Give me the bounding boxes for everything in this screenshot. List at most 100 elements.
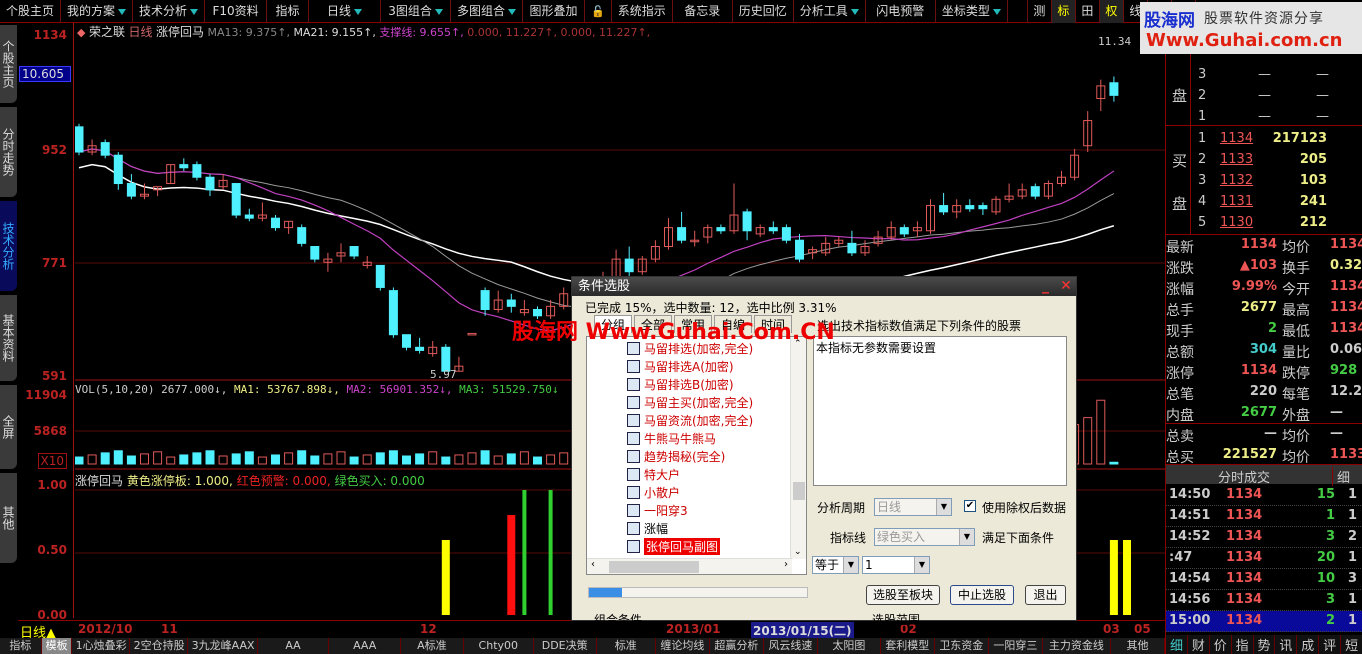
tool-button[interactable]: 标 [1051, 0, 1076, 23]
right-tab[interactable]: 讯 [1275, 635, 1298, 654]
tree-item[interactable]: 特大户 [627, 465, 680, 483]
value-input[interactable]: 1 ▼ [862, 556, 930, 574]
scroll-thumb[interactable] [793, 482, 805, 500]
sell-level-row[interactable]: 2 — — [1166, 86, 1362, 107]
tree-vscrollbar[interactable]: ⌃ ⌄ [790, 337, 806, 559]
tick-row[interactable]: 14:56 1134 3 1 [1166, 590, 1362, 611]
bottom-tab[interactable]: 套利模型 [881, 638, 935, 654]
toolbar-item[interactable]: 3图组合 [381, 0, 452, 23]
buy-level-row[interactable]: 3 1132 103 [1166, 171, 1362, 192]
tree-item[interactable]: 小散户 [627, 483, 680, 501]
tree-item[interactable]: 马留资流(加密,完全) [627, 411, 753, 429]
toolbar-item[interactable]: 多图组合 [451, 0, 524, 23]
operator-select[interactable]: 等于 ▼ [812, 556, 859, 574]
sell-level-row[interactable]: 3 — — [1166, 65, 1362, 86]
tool-button[interactable]: 权 [1099, 0, 1124, 23]
tick-row[interactable]: 14:51 1134 1 1 [1166, 506, 1362, 527]
bottom-tab[interactable]: 风云线速 [764, 638, 818, 654]
buy-level-row[interactable]: 2 1133 205 [1166, 150, 1362, 171]
tree-hscrollbar[interactable]: ‹ › [587, 558, 792, 574]
tree-item[interactable]: 一阳穿3 [627, 501, 688, 519]
tab-other[interactable]: 其他 [0, 473, 17, 563]
bottom-tab[interactable]: 太阳图 [818, 638, 881, 654]
scroll-down-icon[interactable]: ⌄ [794, 547, 802, 557]
tick-row[interactable]: 15:00 1134 2 1 [1166, 611, 1362, 632]
bottom-tab[interactable]: 超赢分析 [710, 638, 764, 654]
minimize-icon[interactable]: _ [1042, 278, 1056, 294]
tick-detail-button[interactable]: 细 [1332, 467, 1350, 486]
hscroll-thumb[interactable] [609, 561, 699, 573]
right-tab[interactable]: 评 [1319, 635, 1342, 654]
tree-item[interactable]: 涨幅 [627, 519, 668, 537]
bottom-tab[interactable]: AA [258, 638, 330, 654]
tree-item[interactable]: 马留排选A(加密) [627, 357, 734, 375]
tick-row[interactable]: 14:50 1134 15 1 [1166, 485, 1362, 506]
scroll-left-icon[interactable]: ‹ [591, 559, 595, 570]
tab-fundamentals[interactable]: 基本资料 [0, 295, 17, 381]
toolbar-item[interactable]: 备忘录 [673, 0, 733, 23]
bottom-tab[interactable]: 模板 [41, 638, 72, 654]
toolbar-item[interactable]: 闪电预警 [866, 0, 936, 23]
bottom-tab[interactable]: 2空仓持股 [130, 638, 188, 654]
indicator-tree[interactable]: 马留排选(加密,完全) 马留排选A(加密) 马留排选B(加密) 马留主买(加密,完全)… [586, 336, 807, 575]
bottom-tab[interactable]: 3九龙峰AAX [188, 638, 258, 654]
period-select[interactable]: 日线 ▼ [874, 498, 952, 516]
toolbar-item[interactable]: 技术分析 [133, 0, 206, 23]
select-to-block-button[interactable]: 选股至板块 [866, 585, 940, 605]
sell-level-row[interactable]: 1 — — [1166, 107, 1362, 128]
toolbar-item[interactable]: 系统指示 [612, 0, 673, 23]
bottom-tab[interactable]: AAA [329, 638, 401, 654]
exit-button[interactable]: 退出 [1025, 585, 1066, 605]
buy-level-row[interactable]: 1 1134 217123 [1166, 129, 1362, 150]
bottom-tab[interactable]: 卫东资金 [935, 638, 989, 654]
bottom-tab[interactable]: DDE决策 [534, 638, 597, 654]
bottom-tab[interactable]: 指标 [0, 638, 42, 654]
right-tab[interactable]: 价 [1210, 635, 1232, 654]
lock-icon[interactable]: 🔓 [585, 0, 612, 23]
tool-button[interactable]: 测 [1028, 0, 1052, 23]
tool-button[interactable]: 田 [1076, 0, 1100, 23]
toolbar-item[interactable]: 我的方案 [61, 0, 134, 23]
toolbar-item[interactable]: 坐标类型 [936, 0, 1008, 23]
tick-row[interactable]: 14:54 1134 10 3 [1166, 569, 1362, 590]
bottom-tab[interactable]: Chty00 [464, 638, 534, 654]
tab-technical[interactable]: 技术分析 [0, 201, 17, 291]
toolbar-item[interactable]: 分析工具 [794, 0, 866, 23]
bottom-tab[interactable]: 1心烛叠彩 [72, 638, 130, 654]
tick-row[interactable]: :47 1134 20 1 [1166, 548, 1362, 569]
dialog-titlebar[interactable]: 条件选股 _ ✕ [572, 277, 1076, 296]
tab-stock-home[interactable]: 个股主页 [0, 25, 17, 103]
toolbar-item[interactable]: 指标 [267, 0, 310, 23]
toolbar-item[interactable]: 个股主页 [0, 0, 62, 23]
use-adjusted-checkbox[interactable]: ✔ [964, 500, 976, 512]
stop-screening-button[interactable]: 中止选股 [950, 585, 1014, 605]
tick-row[interactable]: 14:52 1134 3 2 [1166, 527, 1362, 548]
right-tab[interactable]: 成 [1297, 635, 1320, 654]
right-tab[interactable]: 势 [1254, 635, 1276, 654]
tree-item[interactable]: 趋势揭秘(完全) [627, 447, 725, 465]
buy-level-row[interactable]: 4 1131 241 [1166, 192, 1362, 213]
bottom-tab[interactable]: 标准 [597, 638, 656, 654]
line-select[interactable]: 绿色买入 ▼ [874, 528, 975, 546]
tree-item[interactable]: 张停回马副图 [627, 537, 721, 555]
buy-level-row[interactable]: 5 1130 212 [1166, 213, 1362, 234]
bottom-tab[interactable]: 缠论均线 [656, 638, 710, 654]
tree-item[interactable]: 牛熊马牛熊马 [627, 429, 716, 447]
toolbar-item[interactable]: 日线 [309, 0, 382, 23]
bottom-tab[interactable]: A标准 [401, 638, 464, 654]
bottom-tab[interactable]: 其他 [1111, 638, 1165, 654]
close-icon[interactable]: ✕ [1058, 278, 1074, 294]
bottom-tab[interactable]: 一阳穿三 [989, 638, 1043, 654]
scroll-right-icon[interactable]: › [784, 559, 788, 570]
right-tab[interactable]: 指 [1232, 635, 1254, 654]
tab-fullscreen[interactable]: 全屏 [0, 385, 17, 469]
toolbar-item[interactable]: F10资料 [205, 0, 268, 23]
tree-item[interactable]: 马留主买(加密,完全) [627, 393, 753, 411]
toolbar-item[interactable]: 历史回忆 [733, 0, 794, 23]
toolbar-item[interactable]: 图形叠加 [523, 0, 586, 23]
right-tab[interactable]: 短 [1341, 635, 1362, 654]
right-tab[interactable]: 财 [1188, 635, 1210, 654]
tree-item[interactable]: 马留排选B(加密) [627, 375, 734, 393]
tab-intraday[interactable]: 分时走势 [0, 107, 17, 197]
bottom-tab[interactable]: 主力资金线 [1043, 638, 1111, 654]
